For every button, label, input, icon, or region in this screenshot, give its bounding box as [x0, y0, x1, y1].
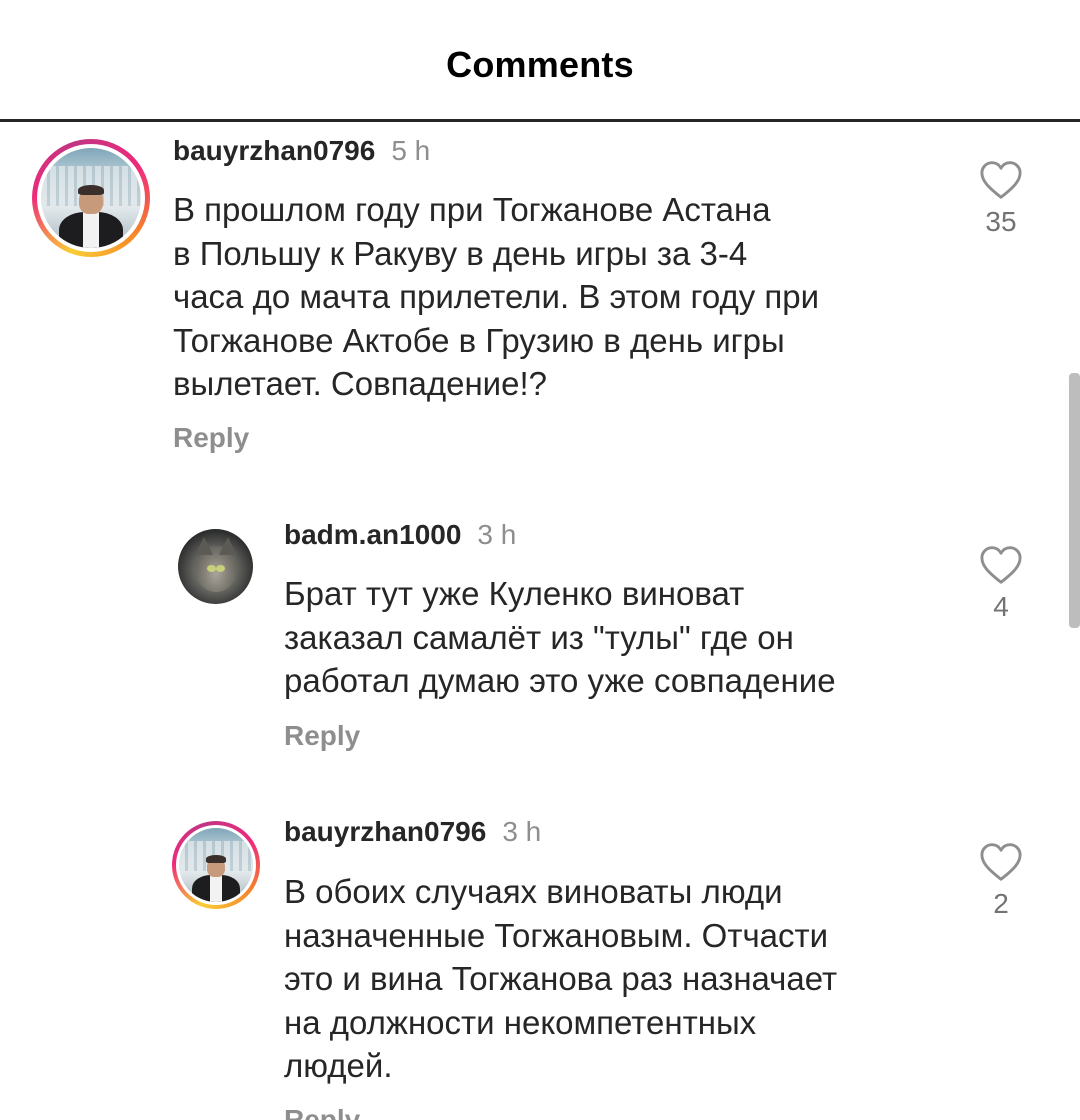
avatar[interactable] [178, 529, 253, 604]
scrollbar[interactable] [1069, 373, 1080, 628]
like-button[interactable]: 35 [971, 160, 1031, 238]
comment-meta: bauyrzhan0796 3 h [284, 816, 541, 848]
comment-text: В прошлом году при Тогжанове Астана в По… [173, 191, 820, 402]
profile-photo [41, 148, 141, 248]
reply-button[interactable]: Reply [284, 1104, 360, 1120]
comment-meta: bauyrzhan0796 5 h [173, 135, 430, 167]
like-count: 2 [993, 888, 1009, 919]
heart-outline-icon [980, 546, 1022, 584]
timestamp: 3 h [477, 519, 517, 550]
heart-outline-icon [980, 161, 1022, 199]
profile-photo [179, 828, 253, 902]
reply-button[interactable]: Reply [173, 422, 249, 454]
page-title: Comments [446, 44, 634, 85]
comments-screen: Comments bauyrzhan0796 5 h В прошлом году… [0, 0, 1080, 1120]
like-count: 35 [985, 206, 1017, 237]
reply-button[interactable]: Reply [284, 720, 360, 752]
username[interactable]: bauyrzhan0796 [173, 135, 375, 166]
comment-meta: badm.an1000 3 h [284, 519, 516, 551]
comment-text: В обоих случаях виноваты люди назначенны… [284, 873, 838, 1084]
timestamp: 3 h [502, 816, 542, 847]
avatar[interactable] [172, 821, 260, 909]
heart-outline-icon [980, 843, 1022, 881]
comments-header: Comments [0, 0, 1080, 122]
comment-text: Брат тут уже Куленко виноват заказал сам… [284, 575, 836, 699]
like-count: 4 [993, 591, 1009, 622]
username[interactable]: bauyrzhan0796 [284, 816, 486, 847]
timestamp: 5 h [391, 135, 431, 166]
like-button[interactable]: 2 [971, 842, 1031, 920]
like-button[interactable]: 4 [971, 545, 1031, 623]
avatar[interactable] [32, 139, 150, 257]
username[interactable]: badm.an1000 [284, 519, 461, 550]
